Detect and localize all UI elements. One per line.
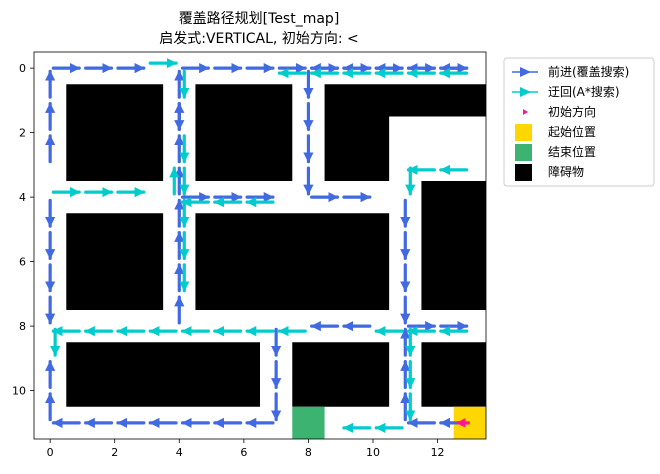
legend-label-start: 起始位置 [548,124,596,139]
y-tick-label: 4 [19,191,26,204]
legend-label-end: 结束位置 [548,144,596,159]
legend-label-forward: 前进(覆盖搜索) [548,64,629,79]
y-tick-label: 0 [19,62,26,75]
legend: 前进(覆盖搜索) 迂回(A*搜索) 初始方向起始位置结束位置障碍物 [503,57,655,187]
obstacle-block [421,342,486,407]
x-tick-label: 2 [111,446,118,459]
y-tick-label: 8 [19,320,26,333]
coverage-path-chart: 覆盖路径规划[Test_map] 启发式:VERTICAL, 初始方向: < 0… [12,11,655,459]
chart-title-line1: 覆盖路径规划[Test_map] [179,11,340,27]
obstacle-block [292,342,390,407]
obstacle-block [66,84,164,181]
obstacle-block [324,84,486,117]
plot-area [33,51,487,440]
legend-swatch-obstacle [515,164,532,181]
x-tick-label: 0 [47,446,54,459]
obstacle-block [324,116,390,181]
legend-label-init_dir: 初始方向 [548,104,596,119]
y-tick-label: 10 [12,385,26,398]
legend-label-obstacle: 障碍物 [548,164,584,179]
end-cell [292,406,325,439]
obstacle-block [195,84,293,181]
x-tick-label: 6 [240,446,247,459]
obstacle-block [195,213,390,310]
x-tick-label: 12 [431,446,445,459]
obstacle-block [421,181,486,310]
x-tick-label: 8 [305,446,312,459]
chart-title-line2: 启发式:VERTICAL, 初始方向: < [159,30,358,47]
y-tick-label: 6 [19,256,26,269]
obstacle-block [66,342,261,407]
legend-swatch-end [515,144,532,161]
legend-label-astar: 迂回(A*搜索) [548,84,620,99]
y-tick-label: 2 [19,127,26,140]
x-tick-label: 4 [176,446,183,459]
x-tick-label: 10 [366,446,380,459]
figure: 覆盖路径规划[Test_map] 启发式:VERTICAL, 初始方向: < 0… [0,0,660,470]
legend-swatch-start [515,124,532,141]
obstacle-block [66,213,164,310]
